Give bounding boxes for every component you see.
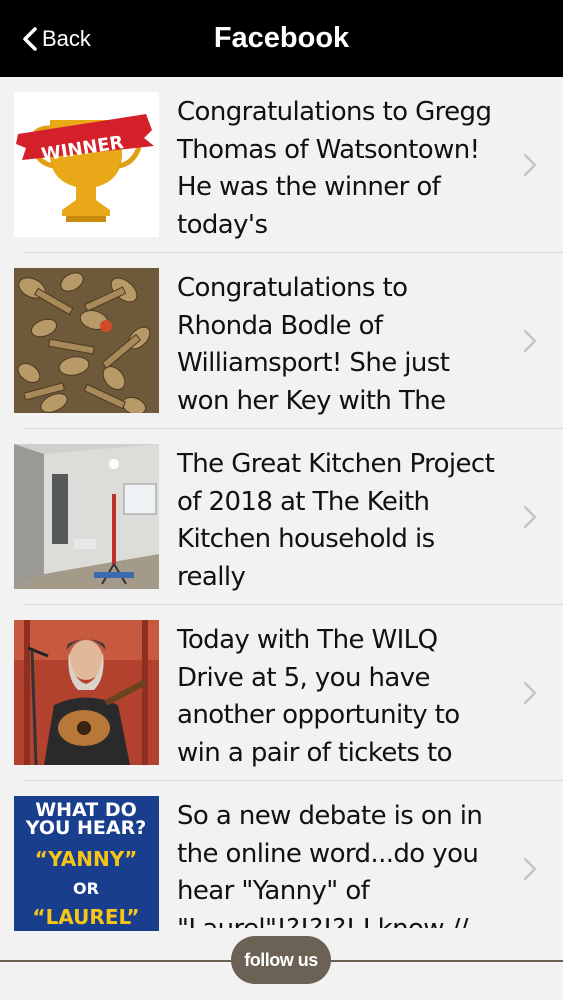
list-item[interactable]: WHAT DO YOU HEAR? “YANNY” OR “LAUREL” So…: [0, 781, 563, 931]
chevron-right-icon: [523, 857, 537, 881]
list-item[interactable]: The Great Kitchen Project of 2018 at The…: [0, 429, 563, 605]
chevron-right-icon: [523, 505, 537, 529]
chevron-right-icon: [523, 681, 537, 705]
list-item[interactable]: WINNER Congratulations to Gregg Thomas o…: [0, 77, 563, 253]
kitchen-renovation-image: [14, 444, 159, 589]
post-text: Congratulations to Rhonda Bodle of Willi…: [177, 273, 450, 416]
post-text: Congratulations to Gregg Thomas of Watso…: [177, 97, 492, 240]
post-text: Today with The WILQ Drive at 5, you have…: [177, 625, 460, 768]
winner-trophy-image: WINNER: [14, 92, 159, 237]
list-item[interactable]: Congratulations to Rhonda Bodle of Willi…: [0, 253, 563, 429]
list-item[interactable]: Today with The WILQ Drive at 5, you have…: [0, 605, 563, 781]
chevron-right-icon: [523, 153, 537, 177]
post-text: The Great Kitchen Project of 2018 at The…: [177, 449, 495, 592]
follow-us-button[interactable]: follow us: [231, 936, 331, 984]
thumb-line-4: OR: [73, 879, 99, 898]
chevron-right-icon: [523, 329, 537, 353]
post-list: WINNER Congratulations to Gregg Thomas o…: [0, 77, 563, 931]
thumb-line-5: “LAUREL”: [32, 905, 139, 929]
thumb-line-2: YOU HEAR?: [25, 817, 147, 839]
yanny-laurel-image: WHAT DO YOU HEAR? “YANNY” OR “LAUREL”: [14, 796, 159, 931]
keys-image: [14, 268, 159, 413]
guitarist-image: [14, 620, 159, 765]
navigation-bar: Back Facebook: [0, 0, 563, 77]
post-text: So a new debate is on in the online word…: [177, 801, 483, 928]
thumb-line-3: “YANNY”: [35, 847, 138, 871]
page-title: Facebook: [213, 22, 350, 54]
